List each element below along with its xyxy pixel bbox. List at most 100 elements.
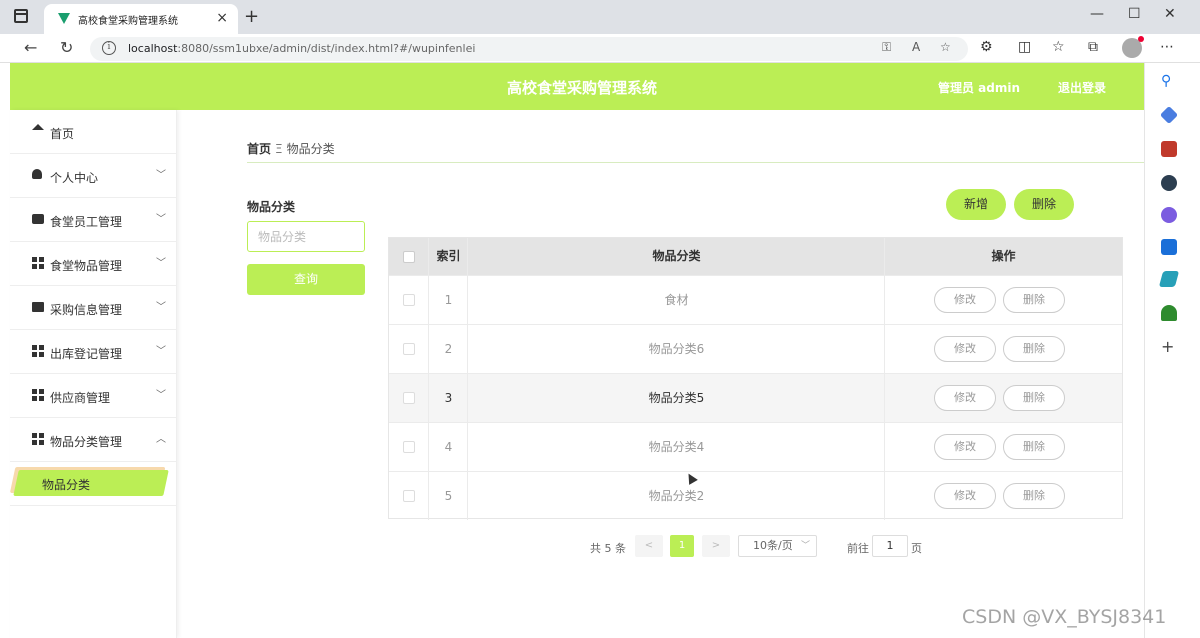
sidebar-item-label: 食堂物品管理 (50, 259, 123, 273)
back-icon[interactable]: ← (24, 38, 37, 57)
tag-icon[interactable] (1159, 105, 1179, 125)
new-tab-icon[interactable]: + (244, 6, 259, 27)
key-icon[interactable]: ⚿ (882, 40, 891, 55)
active-highlight (13, 470, 169, 496)
tab-title: 高校食堂采购管理系统 (78, 16, 178, 27)
tab-close-icon[interactable]: × (216, 10, 228, 26)
vue-favicon-icon (58, 13, 70, 24)
sidebar-item-goods[interactable]: 食堂物品管理 ﹀ (10, 242, 177, 286)
maximize-icon[interactable]: ☐ (1128, 6, 1141, 22)
select-all-checkbox[interactable] (403, 251, 415, 263)
page-size-select[interactable]: 10条/页 ﹀ (738, 535, 817, 557)
cell-index: 5 (444, 489, 453, 503)
goto-label: 前往 (847, 542, 869, 555)
sidebar-item-outbound[interactable]: 出库登记管理 ﹀ (10, 330, 177, 374)
chevron-down-icon: ﹀ (156, 258, 166, 269)
sidebar-item-category[interactable]: 物品分类管理 ︿ (10, 418, 177, 462)
logout-button[interactable]: 退出登录 (1058, 79, 1106, 96)
sidebar-menu: 首页 个人中心 ﹀ 食堂员工管理 ﹀ 食堂物品管理 ﹀ 采购信息管理 ﹀ 出库登… (10, 110, 177, 638)
browser-tab[interactable]: 高校食堂采购管理系统 × (44, 4, 238, 34)
page-size-value: 10条/页 (753, 539, 793, 552)
extensions-icon[interactable]: ⚙ (980, 39, 993, 55)
grid-icon (32, 433, 44, 445)
refresh-icon[interactable]: ↻ (60, 38, 73, 57)
office-icon[interactable] (1161, 207, 1177, 223)
edit-button[interactable]: 修改 (934, 434, 996, 460)
row-delete-button[interactable]: 删除 (1003, 287, 1065, 313)
toolbox-icon[interactable] (1161, 141, 1177, 157)
row-delete-button[interactable]: 删除 (1003, 483, 1065, 509)
row-checkbox[interactable] (403, 392, 415, 404)
collections-icon[interactable]: ⧉ (1088, 39, 1098, 55)
minimize-icon[interactable]: — (1090, 6, 1104, 22)
header-actions: 操作 (991, 249, 1016, 263)
sidebar-item-label: 首页 (50, 127, 75, 141)
sidebar-item-home[interactable]: 首页 (10, 110, 177, 154)
row-delete-button[interactable]: 删除 (1003, 434, 1065, 460)
admin-label: 管理员 admin (938, 81, 1021, 95)
tree-icon[interactable] (1161, 305, 1177, 321)
sidebar-item-supplier[interactable]: 供应商管理 ﹀ (10, 374, 177, 418)
url-field[interactable]: i localhost:8080/ssm1ubxe/admin/dist/ind… (90, 37, 968, 61)
table-row[interactable]: 3 物品分类5 修改 删除 (389, 373, 1122, 422)
sidebar-subitem-category[interactable]: 物品分类 (10, 462, 177, 506)
page-1-button[interactable]: 1 (670, 535, 694, 557)
grid-icon (32, 389, 44, 401)
outlook-icon[interactable] (1161, 239, 1177, 255)
goto-page-input[interactable]: 1 (872, 535, 908, 557)
table-row[interactable]: 5 物品分类2 修改 删除 (389, 471, 1122, 520)
app-container: 高校食堂采购管理系统 管理员 admin 退出登录 首页 个人中心 ﹀ 食堂员工… (10, 63, 1144, 638)
row-checkbox[interactable] (403, 490, 415, 502)
chevron-down-icon: ﹀ (800, 541, 810, 551)
delete-button[interactable]: 删除 (1014, 189, 1074, 220)
breadcrumb-home[interactable]: 首页 (247, 142, 271, 156)
sidebar-item-label: 个人中心 (50, 171, 99, 185)
watermark: CSDN @VX_BYSJ8341 (962, 606, 1167, 628)
edit-button[interactable]: 修改 (934, 287, 996, 313)
split-screen-icon[interactable]: ◫ (1018, 39, 1031, 55)
favorite-star-icon[interactable]: ☆ (940, 40, 951, 54)
edit-button[interactable]: 修改 (934, 483, 996, 509)
row-checkbox[interactable] (403, 294, 415, 306)
sidebar-item-staff[interactable]: 食堂员工管理 ﹀ (10, 198, 177, 242)
query-button[interactable]: 查询 (247, 264, 365, 295)
prev-page-button[interactable]: < (635, 535, 663, 557)
search-icon[interactable]: ⚲ (1161, 73, 1177, 89)
row-delete-button[interactable]: 删除 (1003, 336, 1065, 362)
table-row[interactable]: 4 物品分类4 修改 删除 (389, 422, 1122, 471)
header-category: 物品分类 (652, 249, 701, 263)
profile-avatar[interactable] (1122, 36, 1144, 58)
sidebar-item-personal-center[interactable]: 个人中心 ﹀ (10, 154, 177, 198)
sidebar-item-purchase[interactable]: 采购信息管理 ﹀ (10, 286, 177, 330)
user-icon (32, 169, 42, 179)
address-bar: ← ↻ i localhost:8080/ssm1ubxe/admin/dist… (0, 34, 1200, 63)
row-checkbox[interactable] (403, 441, 415, 453)
table-row[interactable]: 2 物品分类6 修改 删除 (389, 324, 1122, 373)
add-icon[interactable]: + (1161, 337, 1177, 356)
more-menu-icon[interactable]: ⋯ (1160, 39, 1174, 55)
column-divider (884, 238, 885, 520)
next-page-button[interactable]: > (702, 535, 730, 557)
site-info-icon[interactable]: i (102, 41, 116, 55)
close-window-icon[interactable]: ✕ (1164, 6, 1176, 22)
chevron-down-icon: ﹀ (156, 346, 166, 357)
category-search-input[interactable] (247, 221, 365, 252)
table-row[interactable]: 1 食材 修改 删除 (389, 275, 1122, 324)
url-text[interactable]: localhost:8080/ssm1ubxe/admin/dist/index… (128, 42, 475, 55)
cell-index: 2 (444, 342, 453, 356)
favorites-icon[interactable]: ☆ (1052, 39, 1065, 55)
sidebar-item-label: 采购信息管理 (50, 303, 123, 317)
add-button[interactable]: 新增 (946, 189, 1006, 220)
edit-button[interactable]: 修改 (934, 385, 996, 411)
row-checkbox[interactable] (403, 343, 415, 355)
people-icon[interactable] (1161, 175, 1177, 191)
filter-label: 物品分类 (247, 200, 296, 214)
tab-actions-icon[interactable] (14, 9, 28, 23)
send-icon[interactable] (1158, 271, 1180, 287)
row-delete-button[interactable]: 删除 (1003, 385, 1065, 411)
home-icon (32, 124, 44, 130)
edit-button[interactable]: 修改 (934, 336, 996, 362)
chevron-down-icon: ﹀ (156, 214, 166, 225)
read-aloud-icon[interactable]: A (912, 40, 920, 54)
briefcase-icon (32, 214, 44, 224)
